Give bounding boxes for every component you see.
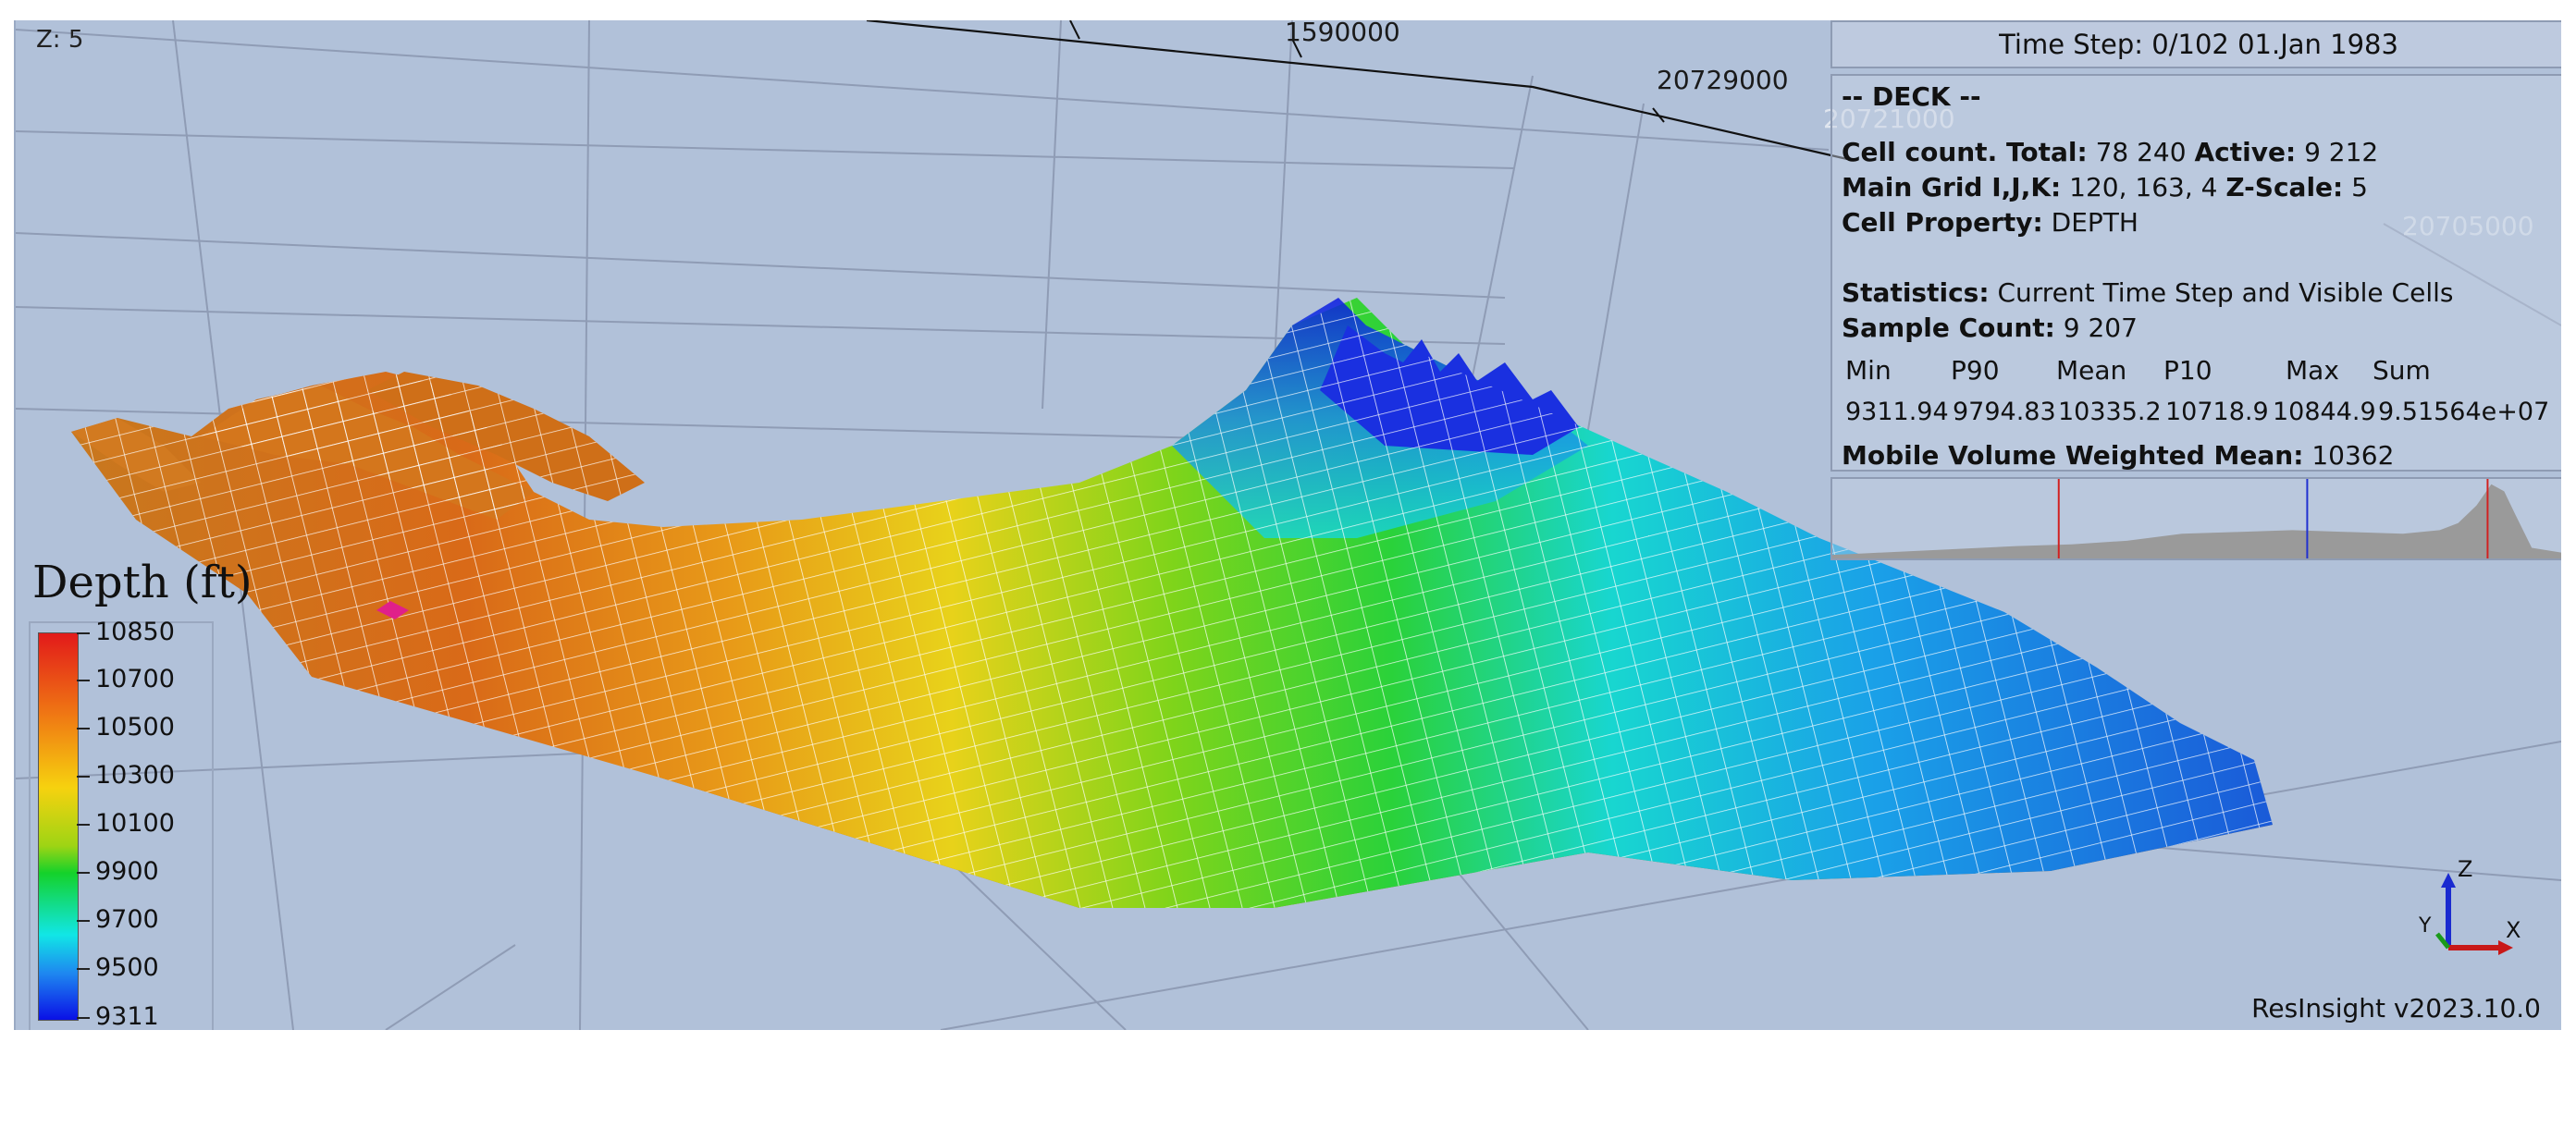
stat-value-mean: 10335.2: [2058, 398, 2162, 426]
stat-header-min: Min: [1845, 355, 1892, 386]
cell-count-line: Cell count. Total: 78 240 Active: 9 212: [1842, 137, 2379, 167]
legend-tick-9900: 9900: [95, 857, 159, 886]
z-scale-label: Z: 5: [36, 26, 84, 54]
stat-value-sum: 9.51564e+07: [2378, 398, 2550, 426]
stat-header-mean: Mean: [2056, 355, 2127, 386]
legend-tick-9311: 9311: [95, 1002, 159, 1030]
stat-value-min: 9311.94: [1845, 398, 1949, 426]
stat-header-p90: P90: [1951, 355, 2000, 386]
sample-count-line: Sample Count: 9 207: [1842, 313, 2138, 343]
cell-property-line: Cell Property: DEPTH: [1842, 207, 2138, 238]
3d-viewport[interactable]: Z: 5 1590000 20729000 20721000 20705000 …: [14, 20, 2561, 1030]
legend-tick-10500: 10500: [95, 713, 175, 742]
axis-label-y1: 20729000: [1657, 65, 1789, 95]
stat-value-p10: 10718.9: [2165, 398, 2269, 426]
stat-header-p10: P10: [2163, 355, 2212, 386]
time-step-box: Time Step: 0/102 01.Jan 1983: [1830, 20, 2561, 68]
stat-header-sum: Sum: [2373, 355, 2431, 386]
axis-label-x: 1590000: [1285, 20, 1400, 47]
version-label: ResInsight v2023.10.0: [2251, 993, 2541, 1024]
triad-x-label: X: [2506, 917, 2521, 943]
stat-value-max: 10844.9: [2273, 398, 2376, 426]
legend-tick-10100: 10100: [95, 809, 175, 838]
legend-tick-10300: 10300: [95, 761, 175, 790]
mobile-weighted-mean-line: Mobile Volume Weighted Mean: 10362: [1842, 440, 2395, 471]
legend-tick-9500: 9500: [95, 953, 159, 982]
stat-value-p90: 9794.83: [1953, 398, 2056, 426]
legend-tick-10700: 10700: [95, 665, 175, 693]
legend-tick-10850: 10850: [95, 618, 175, 646]
histogram: [1830, 477, 2561, 560]
stat-header-max: Max: [2286, 355, 2339, 386]
main-grid-line: Main Grid I,J,K: 120, 163, 4 Z-Scale: 5: [1842, 172, 2368, 202]
statistics-line: Statistics: Current Time Step and Visibl…: [1842, 277, 2454, 308]
legend-title: Depth (ft): [32, 557, 253, 608]
legend-colorbar: [38, 632, 79, 1021]
legend-tick-9700: 9700: [95, 905, 159, 934]
triad-z-label: Z: [2458, 860, 2472, 882]
triad-y-label: Y: [2418, 914, 2432, 938]
histogram-bars: [1832, 484, 2561, 558]
axis-triad[interactable]: Z Y X: [2411, 860, 2522, 962]
info-box: -- DECK -- Cell count. Total: 78 240 Act…: [1830, 74, 2561, 472]
deck-title: -- DECK --: [1842, 81, 1981, 112]
